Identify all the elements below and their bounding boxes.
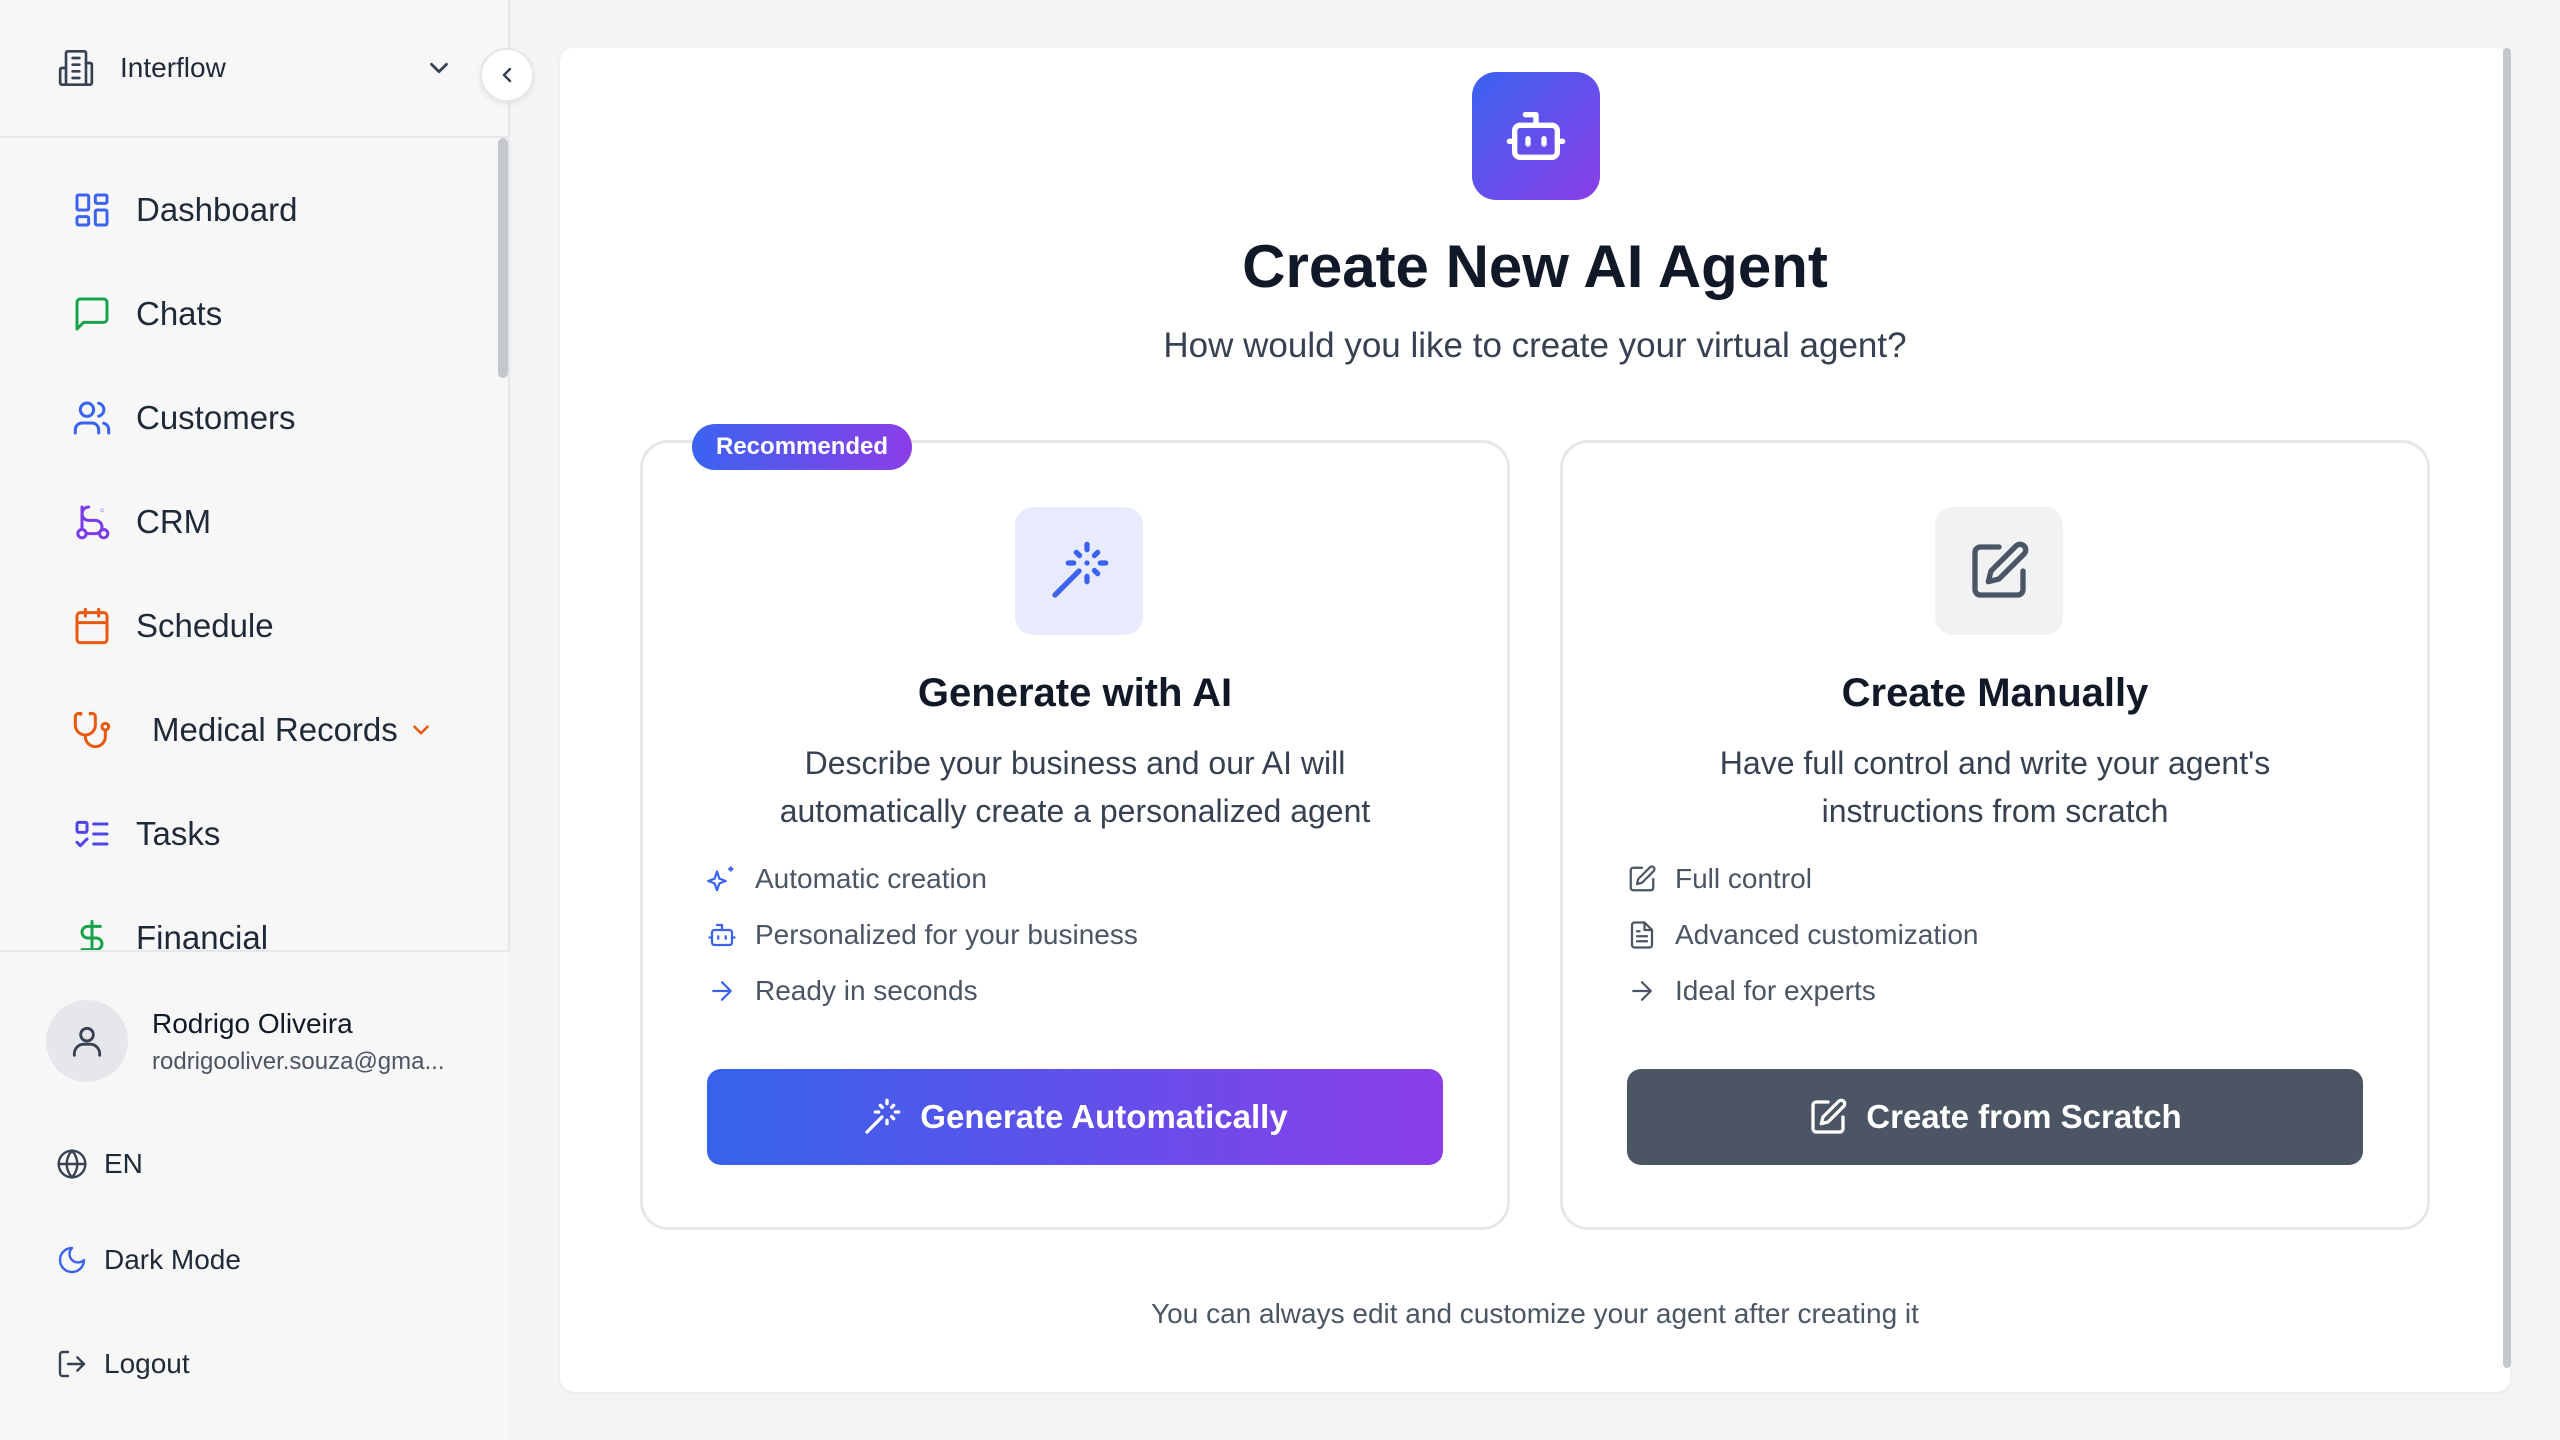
users-icon [73, 401, 111, 435]
magic-wand-icon [1052, 541, 1109, 598]
globe-icon [57, 1148, 87, 1180]
dashboard-icon [75, 193, 109, 227]
sidebar-item-label: Tasks [136, 815, 221, 852]
sidebar-item-label: Chats [136, 295, 223, 332]
feature-item: Full control [1627, 863, 1812, 895]
button-label: Generate Automatically [920, 1098, 1288, 1135]
sidebar-item-label: Customers [136, 399, 296, 436]
sidebar-item-label: Financial [136, 919, 269, 950]
bot-icon [708, 923, 736, 947]
logout-button[interactable]: Logout [56, 1348, 190, 1380]
avatar[interactable] [46, 1000, 128, 1082]
user-icon [72, 1026, 102, 1057]
list-todo-icon [75, 820, 109, 848]
option-icon-tile [1935, 507, 2063, 635]
feature-item: Ready in seconds [707, 975, 978, 1007]
option-description: Describe your business and our AI will a… [779, 745, 1371, 829]
org-switcher[interactable]: Interflow [0, 0, 510, 138]
sidebar-item-label: CRM [136, 503, 212, 540]
feature-item: Automatic creation [707, 863, 987, 895]
logout-label: Logout [104, 1348, 190, 1379]
feature-item: Ideal for experts [1627, 975, 1876, 1007]
logout-icon [58, 1350, 86, 1378]
option-icon-tile [1015, 507, 1143, 635]
sidebar-item-label: Schedule [136, 607, 274, 644]
feature-label: Ready in seconds [755, 975, 978, 1006]
sidebar-item-schedule[interactable]: Schedule [72, 596, 274, 656]
feature-item: Advanced customization [1627, 919, 1979, 951]
feature-label: Full control [1675, 863, 1812, 894]
sidebar-item-label: Dashboard [136, 191, 298, 228]
edit-icon [1629, 865, 1656, 892]
user-email: rodrigooliver.souza@gma... [152, 1048, 445, 1075]
sidebar-scrollbar[interactable] [498, 138, 508, 378]
option-card-manual[interactable]: Create Manually Have full control and wr… [1560, 440, 2430, 1230]
page-title: Create New AI Agent [1242, 233, 1828, 300]
sidebar-item-financial[interactable]: Financial [72, 908, 268, 950]
sidebar-item-tasks[interactable]: Tasks [72, 804, 220, 864]
arrow-right-icon [1632, 981, 1652, 1001]
footnote: You can always edit and customize your a… [1151, 1298, 1919, 1329]
page-subtitle: How would you like to create your virtua… [1163, 326, 1907, 365]
user-area: Rodrigo Oliveira rodrigooliver.souza@gma… [0, 950, 510, 1440]
option-title: Generate with AI [917, 671, 1233, 715]
option-card-ai[interactable]: Generate with AI Describe your business … [640, 440, 1510, 1230]
feature-label: Advanced customization [1675, 919, 1979, 950]
file-text-icon [1630, 921, 1654, 949]
building-icon [58, 50, 94, 86]
sparkles-icon [707, 866, 734, 892]
dark-mode-toggle[interactable]: Dark Mode [56, 1244, 241, 1276]
generate-automatically-button[interactable]: Generate Automatically [707, 1069, 1443, 1165]
collapse-sidebar-button[interactable] [480, 48, 534, 102]
option-title: Create Manually [1841, 671, 2149, 715]
dollar-icon [80, 919, 104, 950]
sidebar-item-dashboard[interactable]: Dashboard [72, 180, 297, 240]
option-description: Have full control and write your agent's… [1719, 745, 2271, 829]
bot-icon [1506, 112, 1566, 160]
recommended-badge: Recommended [692, 424, 913, 470]
sidebar-item-label: Medical Records [152, 711, 398, 748]
magic-wand-icon [865, 1098, 901, 1134]
sidebar-item-chats[interactable]: Chats [72, 284, 222, 344]
chevron-down-icon[interactable] [424, 53, 454, 83]
sidebar: Interflow Dashboard Chats Customers CRM … [0, 0, 510, 1440]
sidebar-item-crm[interactable]: CRM [72, 492, 211, 552]
moon-icon [58, 1246, 86, 1274]
user-name: Rodrigo Oliveira [152, 1008, 353, 1039]
chevron-left-icon [502, 67, 512, 83]
sidebar-nav: Dashboard Chats Customers CRM Schedule M… [0, 138, 494, 950]
chevron-down-icon[interactable] [408, 717, 434, 743]
sidebar-item-customers[interactable]: Customers [72, 388, 296, 448]
edit-icon [1811, 1098, 1847, 1134]
sidebar-item-medical-records[interactable]: Medical Records [72, 700, 434, 760]
button-label: Create from Scratch [1866, 1098, 2182, 1135]
hero-icon-tile [1472, 72, 1600, 200]
create-from-scratch-button[interactable]: Create from Scratch [1627, 1069, 2363, 1165]
edit-icon [1972, 541, 2029, 598]
route-icon [76, 505, 110, 540]
feature-label: Automatic creation [755, 863, 987, 894]
language-label: EN [104, 1148, 143, 1179]
arrow-right-icon [712, 981, 732, 1001]
stethoscope-icon [73, 711, 111, 749]
feature-label: Personalized for your business [755, 919, 1138, 950]
dark-mode-label: Dark Mode [104, 1244, 241, 1275]
feature-label: Ideal for experts [1675, 975, 1876, 1006]
chat-icon [75, 297, 109, 331]
feature-item: Personalized for your business [707, 919, 1138, 951]
language-switcher[interactable]: EN [56, 1148, 143, 1180]
calendar-icon [75, 607, 109, 645]
org-name: Interflow [120, 52, 226, 83]
